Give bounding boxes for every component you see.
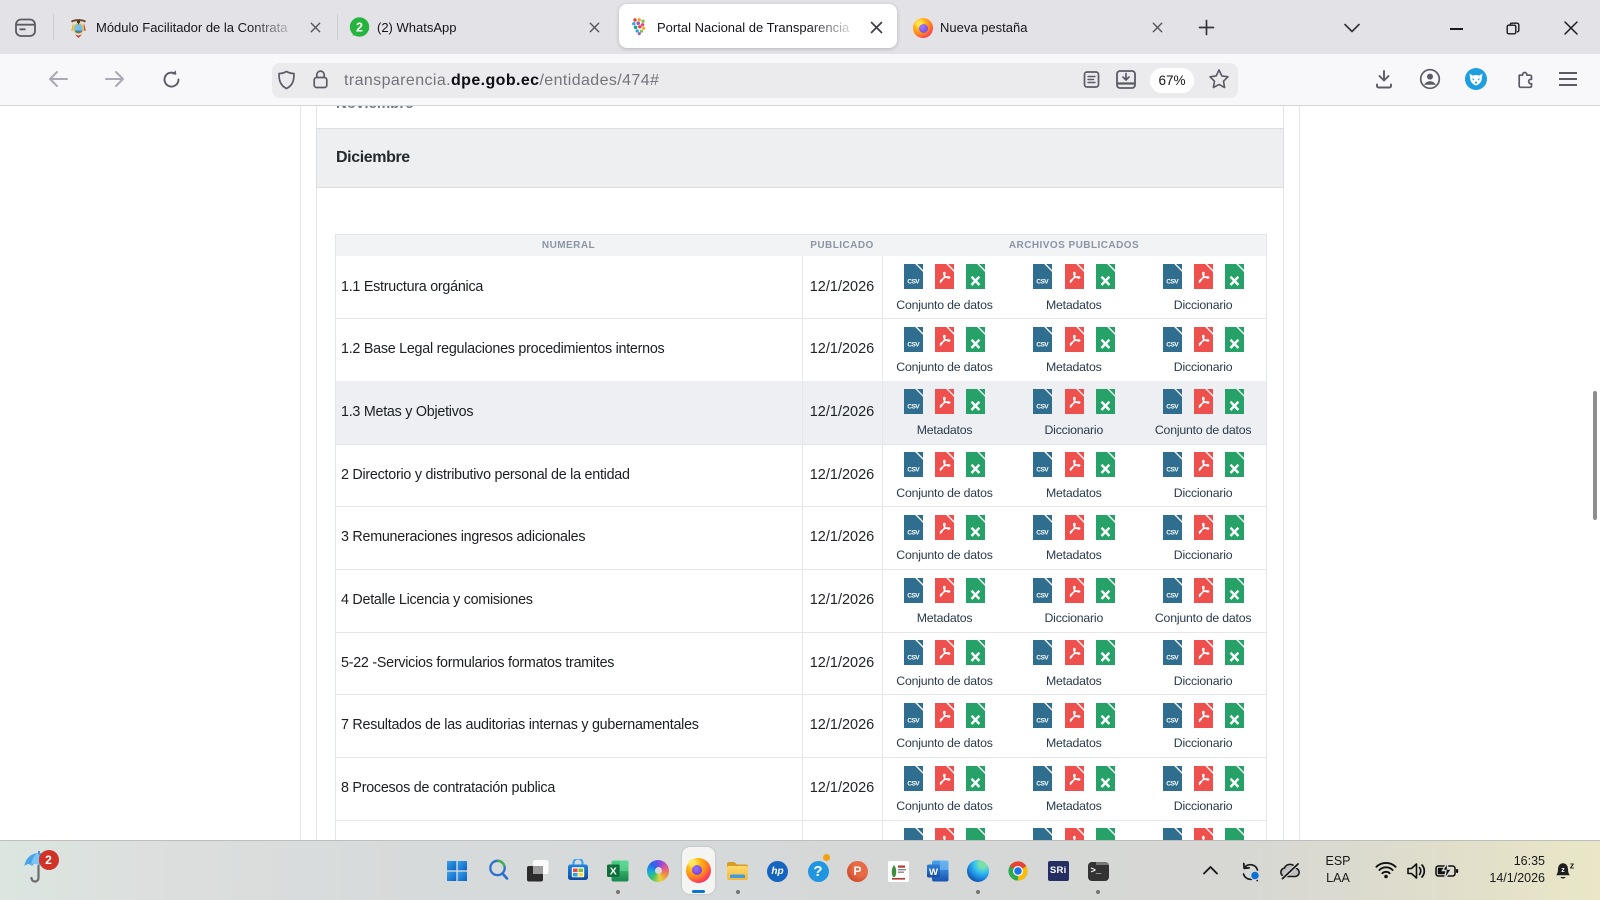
svg-text:X: X (610, 865, 617, 877)
svg-text:2: 2 (356, 21, 363, 35)
svg-text:z: z (1570, 860, 1575, 870)
svg-text:W: W (929, 866, 938, 877)
svg-text:z: z (1561, 867, 1565, 874)
